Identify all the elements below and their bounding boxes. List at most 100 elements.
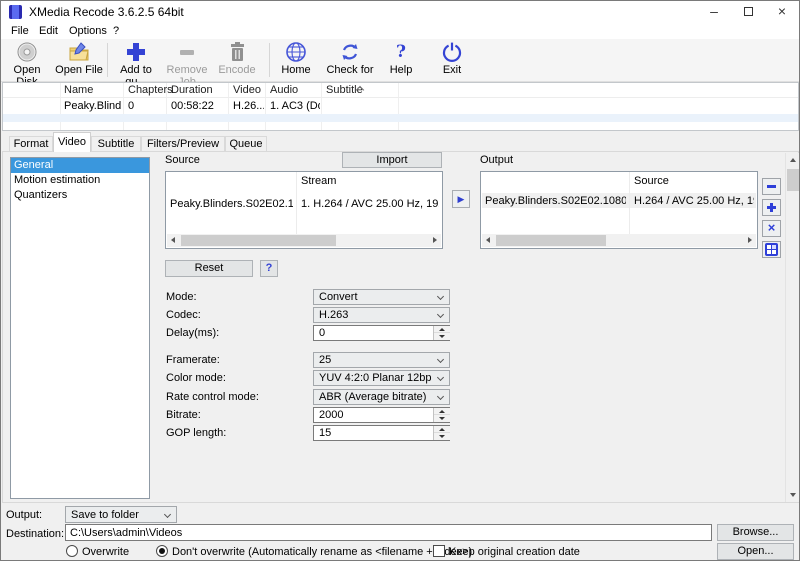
add-stream-button[interactable] bbox=[762, 199, 781, 216]
scroll-right-icon[interactable] bbox=[428, 234, 441, 247]
properties-button[interactable] bbox=[762, 241, 781, 258]
destination-input[interactable] bbox=[65, 524, 712, 541]
tab-video[interactable]: Video bbox=[53, 132, 91, 152]
tab-subtitle[interactable]: Subtitle bbox=[91, 136, 141, 152]
output-mode-select[interactable]: Save to folder bbox=[65, 506, 177, 523]
open-file-button[interactable]: Open File bbox=[55, 40, 103, 80]
gop-length-input[interactable]: 15 bbox=[313, 425, 450, 441]
column-header-video[interactable]: Video bbox=[233, 84, 261, 97]
scroll-down-icon[interactable] bbox=[786, 487, 800, 502]
home-button[interactable]: Home bbox=[273, 40, 319, 80]
spin-up-icon[interactable] bbox=[434, 408, 450, 415]
delete-stream-button[interactable]: × bbox=[762, 220, 781, 237]
spin-down-icon[interactable] bbox=[434, 433, 450, 440]
tab-queue[interactable]: Queue bbox=[225, 136, 267, 152]
home-label: Home bbox=[273, 64, 319, 76]
dont-overwrite-radio[interactable] bbox=[156, 545, 168, 557]
transfer-button[interactable]: ▶ bbox=[452, 190, 470, 208]
delay-input[interactable]: 0 bbox=[313, 325, 450, 341]
column-header-name[interactable]: Name bbox=[64, 84, 93, 97]
menu-options[interactable]: Options bbox=[67, 23, 109, 39]
source-stream-table[interactable]: Stream Peaky.Blinders.S02E02.1080p.ru...… bbox=[165, 171, 443, 249]
menu-edit[interactable]: Edit bbox=[37, 23, 60, 39]
tab-filters-preview[interactable]: Filters/Preview bbox=[141, 136, 225, 152]
help-button[interactable]: ? Help bbox=[379, 40, 423, 80]
add-to-queue-button[interactable]: Add to qu... bbox=[109, 40, 163, 80]
reset-button[interactable]: Reset bbox=[165, 260, 253, 277]
output-stream-table[interactable]: Source Peaky.Blinders.S02E02.1080p.rus.L… bbox=[480, 171, 758, 249]
form-row-color-mode: Color mode: YUV 4:2:0 Planar 12bpp bbox=[166, 370, 450, 386]
source-hscrollbar[interactable] bbox=[167, 234, 441, 247]
codec-select[interactable]: H.263 bbox=[313, 307, 450, 323]
output-hscrollbar[interactable] bbox=[482, 234, 756, 247]
rate-control-select[interactable]: ABR (Average bitrate) bbox=[313, 389, 450, 405]
remove-stream-button[interactable] bbox=[762, 178, 781, 195]
encode-button: Encode bbox=[213, 40, 261, 80]
job-audio: 1. AC3 (Dol... bbox=[270, 100, 320, 113]
sidebar-item-motion-estimation[interactable]: Motion estimation bbox=[11, 173, 149, 188]
overwrite-label[interactable]: Overwrite bbox=[82, 546, 129, 559]
spin-down-icon[interactable] bbox=[434, 333, 450, 340]
output-stream-cell[interactable]: H.264 / AVC 25.00 Hz, 1920 x 1080 bbox=[634, 195, 754, 208]
scroll-right-icon[interactable] bbox=[743, 234, 756, 247]
mode-select[interactable]: Convert bbox=[313, 289, 450, 305]
job-list[interactable]: Name Chapters Duration Video Audio Subti… bbox=[2, 82, 799, 131]
source-stream-cell[interactable]: 1. H.264 / AVC 25.00 Hz, 1920 x 1080 bbox=[301, 198, 439, 211]
bitrate-input[interactable]: 2000 bbox=[313, 407, 450, 423]
close-button[interactable]: × bbox=[766, 1, 798, 23]
scrollbar-thumb[interactable] bbox=[496, 235, 606, 246]
encode-label: Encode bbox=[213, 64, 261, 76]
codec-label: Codec: bbox=[166, 309, 201, 321]
refresh-icon bbox=[321, 40, 379, 64]
menu-file[interactable]: File bbox=[9, 23, 31, 39]
spin-down-icon[interactable] bbox=[434, 415, 450, 422]
help-label: Help bbox=[379, 64, 423, 76]
sidebar-item-general[interactable]: General bbox=[11, 158, 149, 173]
scroll-left-icon[interactable] bbox=[167, 234, 180, 247]
scroll-up-icon[interactable] bbox=[786, 153, 800, 168]
exit-button[interactable]: Exit bbox=[429, 40, 475, 80]
scroll-left-icon[interactable] bbox=[482, 234, 495, 247]
folder-icon bbox=[55, 40, 103, 64]
column-header-duration[interactable]: Duration bbox=[171, 84, 213, 97]
browse-button[interactable]: Browse... bbox=[717, 524, 794, 541]
check-for-updates-button[interactable]: Check for ... bbox=[321, 40, 379, 80]
scrollbar-thumb[interactable] bbox=[181, 235, 336, 246]
open-button[interactable]: Open... bbox=[717, 543, 794, 560]
source-label: Source bbox=[165, 154, 200, 167]
menu-help[interactable]: ? bbox=[111, 23, 121, 39]
grid-icon bbox=[765, 243, 778, 256]
job-duration: 00:58:22 bbox=[171, 100, 227, 113]
output-file-cell[interactable]: Peaky.Blinders.S02E02.1080p.rus.Lo... bbox=[485, 195, 626, 208]
page-vscrollbar[interactable] bbox=[785, 153, 800, 502]
keep-date-checkbox[interactable] bbox=[433, 545, 445, 557]
bitrate-label: Bitrate: bbox=[166, 409, 201, 421]
import-button[interactable]: Import bbox=[342, 152, 442, 168]
maximize-button[interactable] bbox=[732, 1, 764, 23]
source-stream-column-header[interactable]: Stream bbox=[301, 175, 336, 187]
job-name: Peaky.Blind... bbox=[64, 100, 122, 113]
chevron-down-icon bbox=[164, 511, 171, 518]
open-disk-button[interactable]: Open Disk bbox=[3, 40, 51, 80]
titlebar: XMedia Recode 3.6.2.5 64bit – × bbox=[1, 1, 799, 23]
spin-up-icon[interactable] bbox=[434, 326, 450, 333]
column-header-chapters[interactable]: Chapters bbox=[128, 84, 173, 97]
dont-overwrite-label[interactable]: Don't overwrite (Automatically rename as… bbox=[172, 546, 472, 559]
scrollbar-thumb[interactable] bbox=[787, 169, 800, 191]
video-settings-list[interactable]: General Motion estimation Quantizers bbox=[10, 157, 150, 499]
sidebar-item-quantizers[interactable]: Quantizers bbox=[11, 188, 149, 203]
source-file-cell[interactable]: Peaky.Blinders.S02E02.1080p.ru... bbox=[170, 198, 293, 211]
overwrite-radio[interactable] bbox=[66, 545, 78, 557]
job-chapters: 0 bbox=[128, 100, 164, 113]
codec-help-button[interactable]: ? bbox=[260, 260, 278, 277]
delay-label: Delay(ms): bbox=[166, 327, 219, 339]
tab-format[interactable]: Format bbox=[9, 136, 53, 152]
column-header-audio[interactable]: Audio bbox=[270, 84, 298, 97]
color-mode-select[interactable]: YUV 4:2:0 Planar 12bpp bbox=[313, 370, 450, 386]
output-options-bar: Output: Save to folder Destination: Brow… bbox=[1, 503, 799, 561]
framerate-select[interactable]: 25 bbox=[313, 352, 450, 368]
spin-up-icon[interactable] bbox=[434, 426, 450, 433]
output-source-column-header[interactable]: Source bbox=[634, 175, 669, 187]
keep-date-label[interactable]: Keep original creation date bbox=[449, 546, 580, 559]
minimize-button[interactable]: – bbox=[698, 1, 730, 23]
